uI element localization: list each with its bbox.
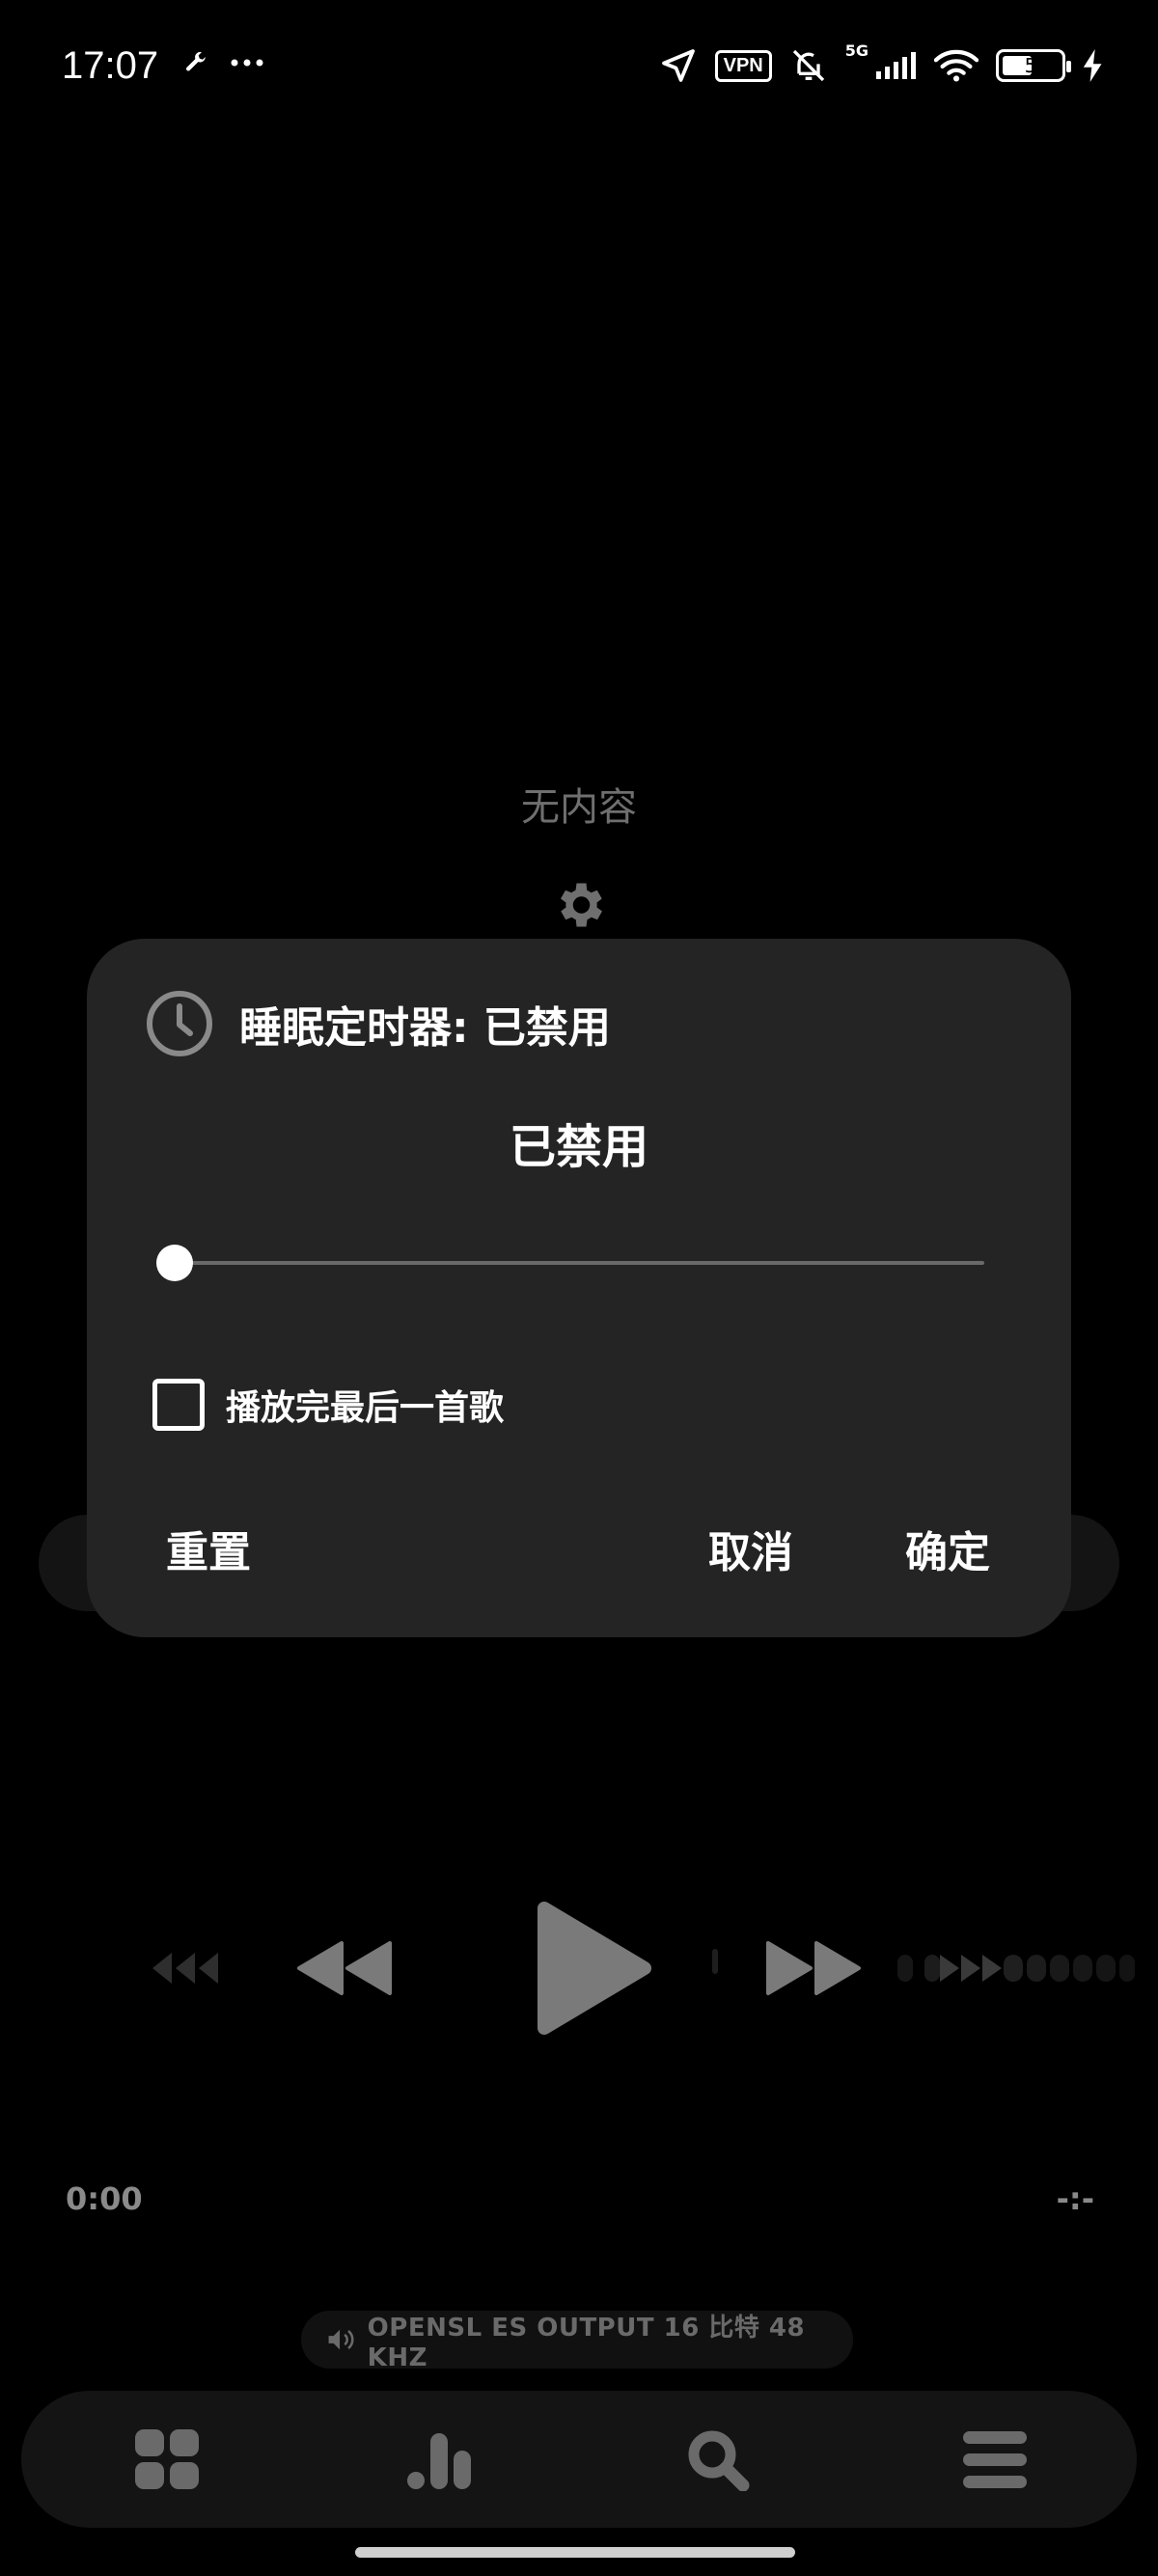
screen: 17:07 VPN 5G 5 无内容 0:00 -:- OPENSL ES OU…	[0, 0, 1158, 2576]
menu-icon[interactable]	[961, 2429, 1029, 2491]
audio-output-chip[interactable]: OPENSL ES OUTPUT 16 比特 48 KHZ	[301, 2311, 853, 2372]
reset-button[interactable]: 重置	[166, 1518, 251, 1579]
wifi-icon	[934, 49, 979, 82]
signal-icon	[876, 52, 916, 79]
search-icon[interactable]	[685, 2429, 753, 2491]
library-grid-icon[interactable]	[133, 2429, 201, 2491]
play-last-song-checkbox[interactable]	[152, 1379, 205, 1431]
play-last-song-option[interactable]: 播放完最后一首歌	[152, 1379, 504, 1431]
vpn-badge: VPN	[714, 49, 772, 82]
bottom-nav	[21, 2391, 1137, 2528]
network-type-label: 5G	[844, 41, 868, 60]
empty-content-text: 无内容	[521, 785, 637, 830]
cancel-button[interactable]: 取消	[708, 1518, 793, 1579]
status-time: 17:07	[62, 44, 159, 87]
dialog-header: 睡眠定时器: 已禁用	[145, 989, 611, 1058]
play-last-song-label: 播放完最后一首歌	[226, 1388, 505, 1428]
audio-output-text: OPENSL ES OUTPUT 16 比特 48 KHZ	[367, 2313, 806, 2372]
dialog-title: 睡眠定时器: 已禁用	[239, 1003, 611, 1053]
playback-controls	[0, 1891, 1158, 2045]
sleep-timer-dialog: 睡眠定时器: 已禁用 已禁用 播放完最后一首歌 重置 取消 确定	[87, 939, 1071, 1637]
rewind-fast-icon[interactable]	[147, 1945, 224, 1991]
fast-forward-bg-dot-icon	[712, 1949, 718, 1974]
equalizer-icon[interactable]	[405, 2429, 473, 2491]
timer-slider-track[interactable]	[174, 1261, 984, 1265]
fast-forward-icon[interactable]	[764, 1939, 863, 1997]
rewind-icon[interactable]	[295, 1939, 394, 1997]
status-right-icons: VPN 5G 5	[659, 41, 1104, 85]
wrench-icon	[186, 51, 206, 71]
charging-bolt-icon	[1083, 49, 1102, 82]
battery-icon: 5	[996, 49, 1071, 82]
gear-icon[interactable]	[550, 876, 608, 934]
status-bar: 17:07 VPN 5G 5	[0, 0, 1158, 135]
status-left-icons	[183, 50, 264, 75]
more-dots-icon	[231, 59, 263, 67]
confirm-button[interactable]: 确定	[905, 1518, 990, 1579]
timer-value-text: 已禁用	[509, 1120, 648, 1174]
home-indicator[interactable]	[355, 2547, 795, 2558]
timer-slider-thumb[interactable]	[156, 1245, 193, 1281]
location-arrow-icon	[661, 49, 695, 82]
speaker-icon	[328, 2329, 354, 2350]
battery-level: 5	[1024, 54, 1037, 77]
play-icon[interactable]	[533, 1901, 654, 2036]
time-current: 0:00	[66, 2180, 143, 2217]
time-total: -:-	[1056, 2180, 1094, 2217]
fast-forward-more-icon[interactable]	[897, 1949, 1137, 1987]
clock-icon	[147, 991, 212, 1056]
bell-off-icon	[792, 49, 824, 82]
